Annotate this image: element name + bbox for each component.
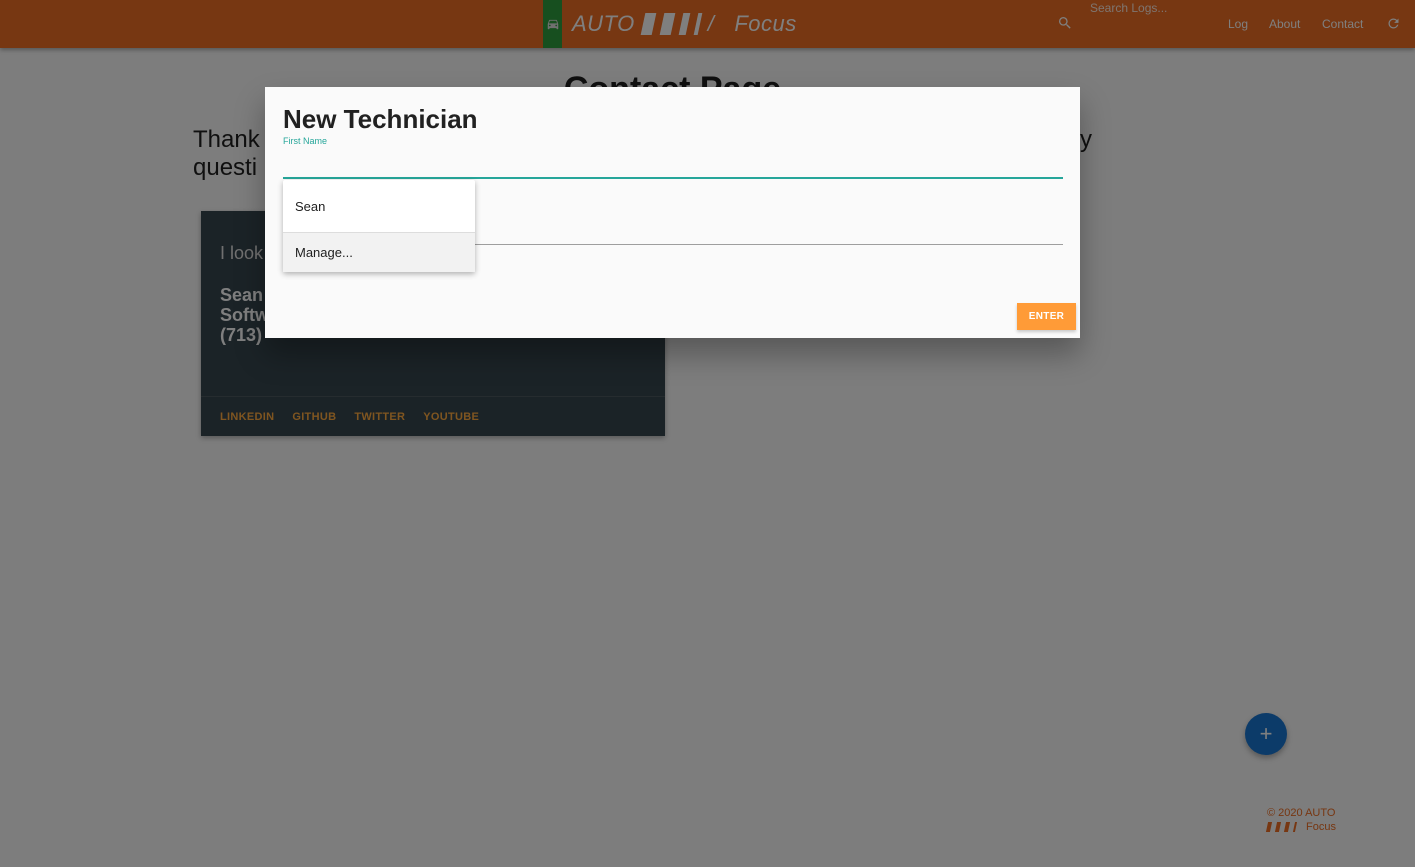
modal-title: New Technician xyxy=(283,104,478,134)
enter-button[interactable]: ENTER xyxy=(1017,303,1076,330)
first-name-label: First Name xyxy=(283,136,328,146)
first-name-input[interactable] xyxy=(283,146,1063,179)
autocomplete-dropdown: Sean Manage... xyxy=(283,180,475,272)
dropdown-option-sean[interactable]: Sean xyxy=(283,180,475,232)
dropdown-option-manage[interactable]: Manage... xyxy=(283,232,475,272)
